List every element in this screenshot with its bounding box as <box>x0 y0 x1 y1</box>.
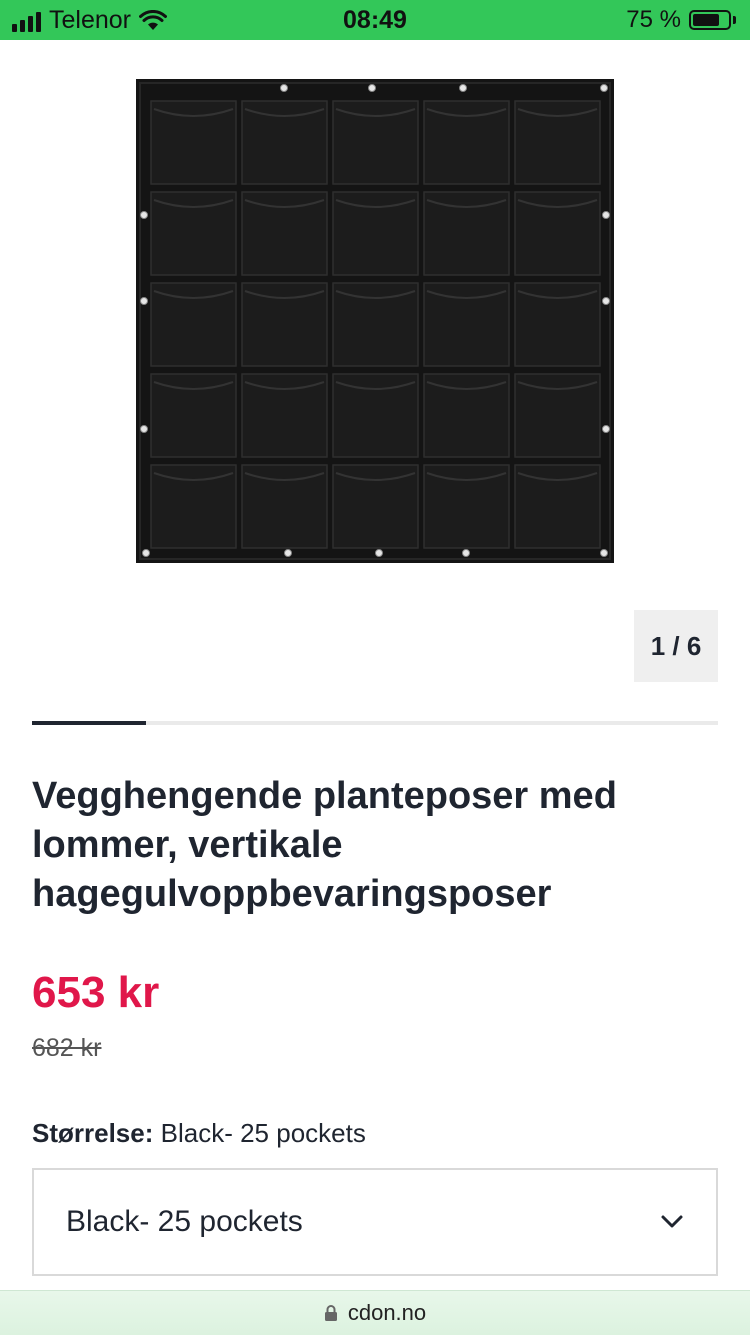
planter-pocket <box>423 191 510 276</box>
planter-pocket <box>514 282 601 367</box>
grommet <box>600 549 608 557</box>
size-select[interactable]: Black- 25 pockets <box>32 1168 718 1276</box>
planter-pocket <box>241 282 328 367</box>
grommet <box>459 84 467 92</box>
planter-pocket <box>423 100 510 185</box>
battery-percent: 75 % <box>626 6 681 33</box>
size-label-value: Black- 25 pockets <box>160 1118 366 1148</box>
status-right: 75 % <box>626 6 736 34</box>
grommet <box>140 425 148 433</box>
lock-icon <box>324 1305 337 1321</box>
gallery-progress <box>32 721 718 725</box>
status-bar: Telenor 08:49 75 % <box>0 0 750 40</box>
image-counter: 1 / 6 <box>634 610 718 682</box>
price: 653 kr <box>32 968 160 1017</box>
planter-pocket <box>514 464 601 549</box>
planter-pocket <box>332 100 419 185</box>
gallery-progress-fill <box>32 721 147 725</box>
grommet <box>142 549 150 557</box>
planter-pocket <box>241 464 328 549</box>
planter-pocket <box>514 100 601 185</box>
planter-pocket <box>332 191 419 276</box>
planter-pocket <box>150 100 237 185</box>
grommet <box>280 84 288 92</box>
size-label-key: Størrelse: <box>32 1118 154 1148</box>
planter-pocket <box>332 373 419 458</box>
planter-pocket <box>150 282 237 367</box>
planter-pocket <box>423 464 510 549</box>
chevron-down-icon <box>661 1215 683 1228</box>
grommet <box>462 549 470 557</box>
browser-url-bar[interactable]: cdon.no <box>0 1290 750 1335</box>
planter-pocket <box>332 464 419 549</box>
planter-pocket <box>332 282 419 367</box>
planter-pocket <box>241 191 328 276</box>
grommet <box>602 425 610 433</box>
product-title: Vegghengende planteposer med lommer, ver… <box>32 775 617 915</box>
old-price: 682 kr <box>32 1034 102 1062</box>
size-label: Størrelse: Black- 25 pockets <box>32 1118 366 1149</box>
grommet <box>375 549 383 557</box>
planter-pocket <box>514 373 601 458</box>
battery-icon <box>689 10 731 30</box>
product-image[interactable] <box>136 79 614 563</box>
grommet <box>600 84 608 92</box>
size-select-value: Black- 25 pockets <box>66 1205 303 1238</box>
planter-pocket <box>150 373 237 458</box>
planter-pocket <box>423 373 510 458</box>
grommet <box>602 211 610 219</box>
grommet <box>140 297 148 305</box>
planter-pocket <box>241 373 328 458</box>
grommet <box>140 211 148 219</box>
grommet <box>602 297 610 305</box>
planter-pocket <box>241 100 328 185</box>
planter-pocket <box>514 191 601 276</box>
url-text: cdon.no <box>347 1300 427 1325</box>
grommet <box>284 549 292 557</box>
planter-pocket <box>150 464 237 549</box>
planter-pocket <box>423 282 510 367</box>
grommet <box>368 84 376 92</box>
planter-pocket <box>150 191 237 276</box>
